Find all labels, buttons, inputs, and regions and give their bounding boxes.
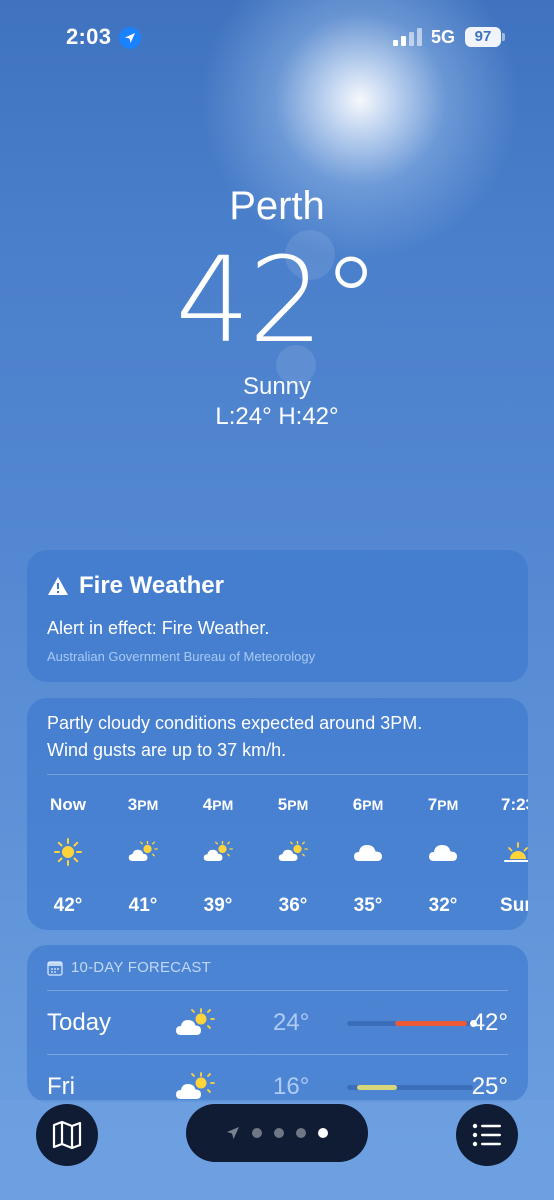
hour-label: Now <box>50 795 86 814</box>
hour-label: 6PM <box>352 795 384 814</box>
network-type: 5G <box>431 27 456 47</box>
sunset-icon <box>503 837 528 867</box>
day-name: Today <box>47 1009 112 1036</box>
hour-temperature: 41° <box>128 895 158 916</box>
hour-label: 7:23 <box>500 795 528 814</box>
hour-label: 7PM <box>427 795 459 814</box>
temperature-range-bar <box>347 1020 477 1027</box>
hour-temperature: 42° <box>53 895 83 916</box>
page-dot[interactable] <box>274 1128 284 1138</box>
partly-cloudy-icon <box>203 837 233 867</box>
partly-cloudy-icon <box>128 837 158 867</box>
page-dot[interactable] <box>296 1128 306 1138</box>
status-time: 2:03 <box>66 24 112 49</box>
battery-icon: 97 <box>465 27 501 47</box>
hour-temperature: 32° <box>428 895 458 916</box>
hourly-list[interactable]: Now 42° 3PM 41° 4PM 39° 5PM 36° 6PM 35° 7PM 32° 7:23… <box>47 775 528 925</box>
cloud-icon <box>428 837 458 867</box>
hour-label: 3PM <box>127 795 159 814</box>
ten-day-header: 10-DAY FORECAST <box>47 959 508 976</box>
cellular-signal-icon <box>393 28 422 46</box>
hourly-summary: Partly cloudy conditions expected around… <box>47 710 487 764</box>
cloud-icon <box>353 837 383 867</box>
high-low: L:24° H:42° <box>215 403 339 430</box>
partly-cloudy-icon <box>175 1007 215 1039</box>
current-weather: Perth 42° Sunny L:24° H:42° <box>0 180 554 432</box>
ten-day-header-label: 10-DAY FORECAST <box>71 959 211 976</box>
warning-triangle-icon <box>48 577 68 595</box>
list-button[interactable] <box>456 1104 518 1166</box>
sun-icon <box>53 837 83 867</box>
alert-source: Australian Government Bureau of Meteorol… <box>47 649 316 664</box>
current-temperature: 42° <box>175 231 380 369</box>
hour-temperature: 39° <box>203 895 233 916</box>
day-high: 42° <box>471 1009 508 1036</box>
location-page-icon[interactable] <box>226 1126 240 1140</box>
hour-temperature: Sun <box>500 895 528 916</box>
temperature-range-fill <box>395 1021 467 1026</box>
alert-title-row: Fire Weather <box>47 572 508 600</box>
calendar-icon <box>47 960 63 976</box>
hourly-forecast-card[interactable]: Partly cloudy conditions expected around… <box>27 698 528 930</box>
current-condition: Sunny <box>242 373 312 400</box>
partly-cloudy-icon <box>278 837 308 867</box>
day-high: 25° <box>471 1073 508 1100</box>
ten-day-forecast-card[interactable]: 10-DAY FORECAST Today 24° 42° Fri 16° 25° <box>27 945 528 1102</box>
hourly-summary-line1: Partly cloudy conditions expected around… <box>47 713 423 733</box>
fire-weather-alert-card[interactable]: Fire Weather Alert in effect: Fire Weath… <box>27 550 528 682</box>
map-button[interactable] <box>36 1104 98 1166</box>
hour-temperature: 35° <box>353 895 383 916</box>
temperature-range-fill <box>357 1085 397 1090</box>
status-bar: 2:03 5G 97 <box>0 0 554 76</box>
hour-temperature: 36° <box>278 895 308 916</box>
day-row[interactable]: Today 24° 42° <box>47 991 508 1055</box>
alert-description: Alert in effect: Fire Weather. <box>47 618 270 638</box>
day-low: 24° <box>273 1009 310 1036</box>
alert-title: Fire Weather <box>79 572 224 599</box>
page-indicator[interactable] <box>186 1104 368 1162</box>
page-dot[interactable] <box>252 1128 262 1138</box>
map-icon <box>52 1120 82 1150</box>
day-row[interactable]: Fri 16° 25° <box>47 1055 508 1102</box>
hour-label: 5PM <box>277 795 309 814</box>
ten-day-list: Today 24° 42° Fri 16° 25° <box>47 991 508 1102</box>
hour-label: 4PM <box>202 795 234 814</box>
location-arrow-icon <box>119 27 141 49</box>
page-dot[interactable] <box>318 1128 328 1138</box>
day-name: Fri <box>47 1073 75 1100</box>
list-icon <box>472 1123 501 1147</box>
partly-cloudy-icon <box>175 1071 215 1102</box>
temperature-range-bar <box>347 1085 473 1090</box>
day-low: 16° <box>273 1073 310 1100</box>
city-name: Perth <box>229 184 325 228</box>
hourly-summary-line2: Wind gusts are up to 37 km/h. <box>47 740 287 760</box>
battery-cap <box>502 33 505 41</box>
